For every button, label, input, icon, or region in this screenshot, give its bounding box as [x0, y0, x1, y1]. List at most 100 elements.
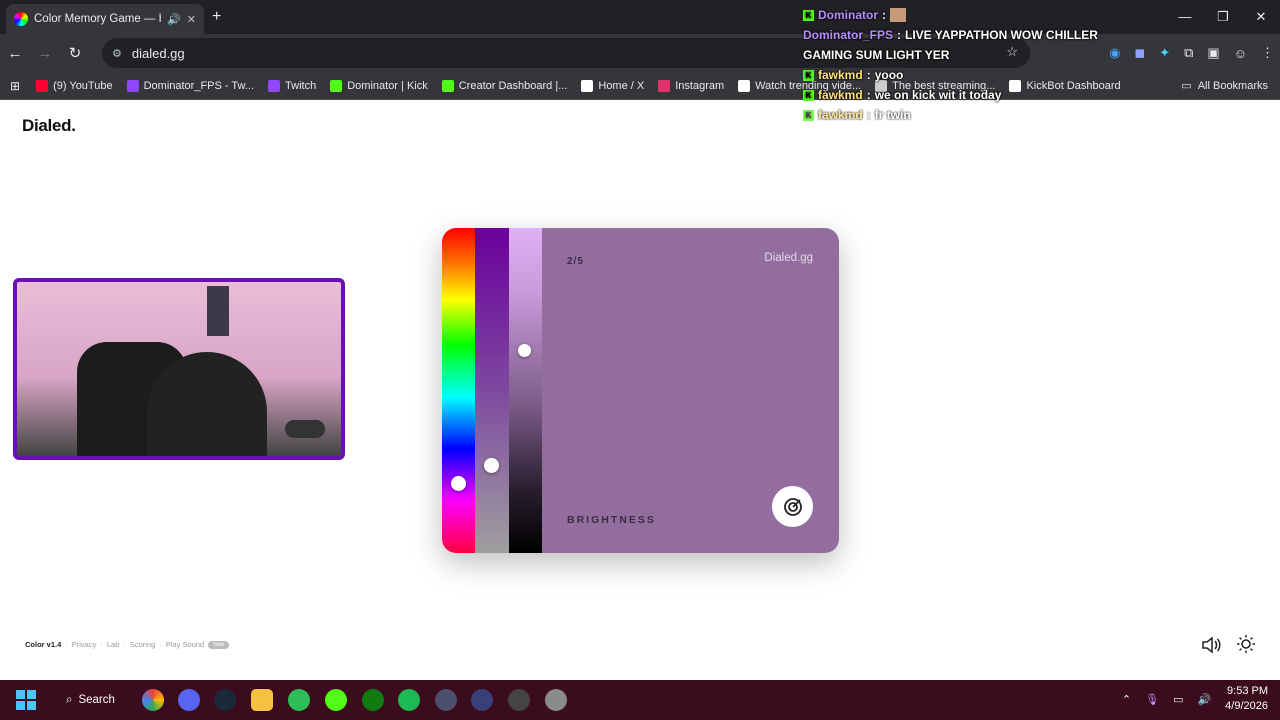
bookmark-item[interactable]: (9) YouTube [36, 79, 113, 92]
color-wheel-icon [14, 12, 28, 26]
bookmark-label: Home / X [598, 79, 645, 92]
bookmark-label: Dominator_FPS - Tw... [143, 79, 255, 92]
footer-link-scoring[interactable]: Scoring [130, 640, 155, 649]
tiktok-icon [738, 79, 751, 92]
site-logo[interactable]: Dialed. [22, 116, 76, 136]
chat-username: fawkmd [818, 68, 863, 82]
bookmark-item[interactable]: Dominator_FPS - Tw... [126, 79, 255, 92]
new-tab-button[interactable]: + [212, 8, 221, 26]
taskbar-search-button[interactable]: ⌕ Search [56, 687, 132, 713]
bookmark-item[interactable]: Dominator | Kick [330, 79, 428, 92]
chrome-icon[interactable] [142, 689, 164, 711]
obs-icon[interactable] [508, 689, 530, 711]
xbox-icon[interactable] [362, 689, 384, 711]
hue-slider-handle[interactable] [451, 476, 466, 491]
youtube-icon [36, 79, 49, 92]
microphone [285, 420, 325, 438]
brightness-slider[interactable] [509, 228, 542, 553]
chat-message: K Dominator: [803, 5, 1203, 25]
parameter-label: BRIGHTNESS [567, 514, 656, 526]
bookmark-label: Instagram [675, 79, 725, 92]
color-game-card: 2/5 Dialed.gg BRIGHTNESS [442, 228, 839, 553]
theme-toggle-sun-icon[interactable] [1236, 634, 1256, 659]
apps-icon[interactable]: ⊞ [10, 79, 20, 93]
system-tray: ⌃ 🎙 ▭ 🔊 9:53 PM 4/9/2026 [1122, 684, 1268, 714]
twitch-icon [126, 79, 139, 92]
chat-username: fawkmd [818, 108, 863, 122]
clock[interactable]: 9:53 PM 4/9/2026 [1225, 684, 1268, 714]
all-bookmarks-label: All Bookmarks [1197, 79, 1268, 92]
kick-badge-icon: K [803, 69, 814, 81]
time-label: 9:53 PM [1227, 685, 1268, 697]
footer-link-privacy[interactable]: Privacy [72, 640, 97, 649]
bookmark-label: Creator Dashboard |... [458, 79, 568, 92]
app-icon[interactable] [471, 689, 493, 711]
file-explorer-icon[interactable] [251, 689, 273, 711]
twitch-icon [268, 79, 281, 92]
chat-message: Kfawkmd: yooo [803, 65, 1203, 85]
speaker-icon[interactable]: 🔊 [167, 13, 181, 26]
close-tab-icon[interactable]: ✕ [187, 13, 196, 26]
close-window-icon[interactable]: ✕ [1242, 0, 1280, 34]
razer-icon[interactable] [325, 689, 347, 711]
kick-icon [441, 79, 454, 92]
version-label: Color v1.4 [25, 640, 62, 649]
wall-poster [207, 286, 229, 336]
date-label: 4/9/2026 [1225, 700, 1268, 712]
bookmark-label: Twitch [285, 79, 317, 92]
spotify-icon[interactable] [398, 689, 420, 711]
chat-username: fawkmd [818, 88, 863, 102]
forward-icon[interactable]: → [30, 45, 60, 62]
new-badge: new [208, 640, 230, 649]
back-icon[interactable]: ← [0, 45, 30, 62]
x-icon [581, 79, 594, 92]
settings-icon[interactable] [545, 689, 567, 711]
windows-taskbar: ⌕ Search ⌃ 🎙 ▭ 🔊 9:53 PM 4/9/2026 [0, 680, 1280, 720]
url-text: dialed.gg [131, 45, 185, 61]
chat-text: LIVE YAPPATHON WOW CHILLER [905, 28, 1098, 42]
emote-icon [890, 8, 906, 22]
menu-icon[interactable]: ⋮ [1261, 45, 1274, 61]
microphone-icon[interactable]: 🎙 [1145, 693, 1159, 706]
speaker-icon[interactable]: 🔊 [1197, 693, 1211, 706]
chat-message: Dominator_FPS: LIVE YAPPATHON WOW CHILLER [803, 28, 1098, 42]
hue-slider[interactable] [442, 228, 475, 553]
chat-username: Dominator_FPS [803, 28, 894, 42]
profile-icon[interactable]: ☺ [1234, 46, 1247, 61]
kick-badge-icon: K [803, 89, 814, 101]
kick-badge-icon: K [803, 109, 814, 121]
saturation-slider[interactable] [475, 228, 509, 553]
search-icon: ⌕ [66, 693, 73, 706]
bookmark-item[interactable]: Instagram [658, 79, 725, 92]
footer-link-play-sound[interactable]: Play Sound [166, 640, 204, 649]
browser-tab[interactable]: Color Memory Game — Ho 🔊 ✕ [6, 4, 204, 34]
kick-badge-icon: K [803, 9, 814, 21]
saturation-slider-handle[interactable] [484, 458, 499, 473]
chat-overlay: K Dominator: Dominator_FPS: LIVE YAPPATHON… [803, 5, 1203, 125]
round-counter: 2/5 [567, 256, 584, 267]
windows-start-icon[interactable] [16, 690, 36, 710]
network-icon[interactable]: ▭ [1173, 693, 1183, 706]
volume-icon[interactable] [1200, 634, 1222, 661]
footer-link-lab[interactable]: Lab [107, 640, 120, 649]
chat-message: Kfawkmd: fr twin [803, 105, 1203, 125]
chat-message: Kfawkmd: we on kick wit it today [803, 85, 1203, 105]
brightness-slider-handle[interactable] [518, 344, 531, 357]
cloud-app-icon[interactable] [288, 689, 310, 711]
chevron-up-icon[interactable]: ⌃ [1122, 693, 1131, 706]
maximize-icon[interactable]: ❐ [1204, 0, 1242, 34]
chat-text: GAMING SUM LIGHT YER [803, 48, 950, 62]
bookmark-item[interactable]: Twitch [268, 79, 317, 92]
target-icon [783, 497, 802, 516]
bookmark-item[interactable]: Home / X [581, 79, 645, 92]
site-info-icon[interactable]: ⚙ [112, 47, 122, 60]
chat-text: we on kick wit it today [874, 88, 1002, 102]
controller-app-icon[interactable] [435, 689, 457, 711]
reload-icon[interactable]: ↻ [60, 44, 90, 62]
bookmark-item[interactable]: Creator Dashboard |... [441, 79, 568, 92]
submit-guess-button[interactable] [772, 486, 813, 527]
chat-text: fr twin [874, 108, 911, 122]
steam-icon[interactable] [214, 689, 236, 711]
discord-icon[interactable] [178, 689, 200, 711]
reading-list-icon[interactable]: ▣ [1207, 45, 1219, 61]
